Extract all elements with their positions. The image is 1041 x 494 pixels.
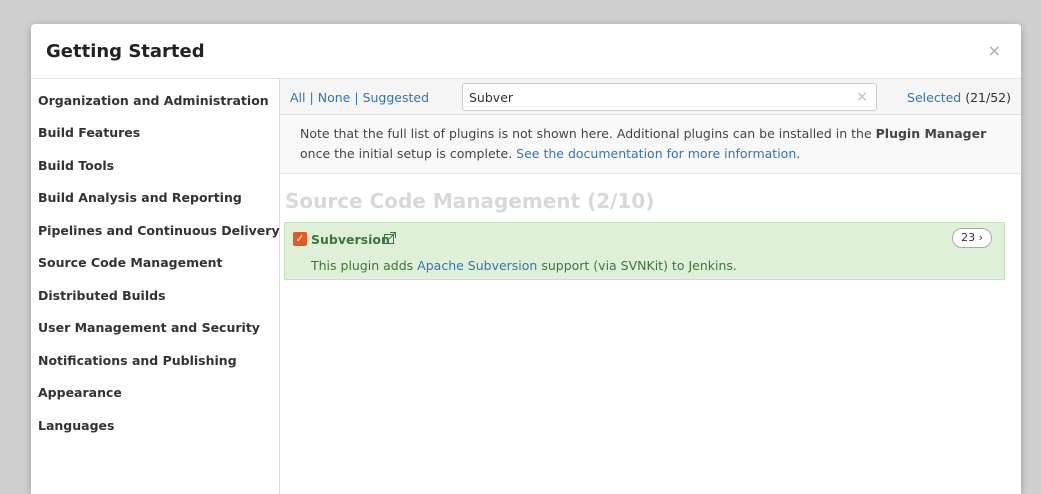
clear-search-icon[interactable]: × <box>856 89 868 105</box>
getting-started-dialog: Getting Started × Organization and Admin… <box>31 24 1021 494</box>
dependency-count-badge[interactable]: 23 › <box>952 228 992 248</box>
selected-count-value: (21/52) <box>965 90 1011 105</box>
close-icon[interactable]: × <box>988 43 1001 59</box>
sidebar-item-build-tools[interactable]: Build Tools <box>38 158 114 173</box>
plugin-toolbar: All|None|Suggested × Selected (21/52) <box>280 79 1021 115</box>
plugin-description: This plugin adds Apache Subversion suppo… <box>311 258 737 273</box>
plugin-manager-label: Plugin Manager <box>875 126 987 141</box>
selected-link[interactable]: Selected <box>907 90 961 105</box>
sidebar-item-distributed-builds[interactable]: Distributed Builds <box>38 288 166 303</box>
dialog-header: Getting Started × <box>31 24 1021 79</box>
plugin-list-panel: All|None|Suggested × Selected (21/52) No… <box>280 79 1021 494</box>
plugin-checkbox[interactable]: ✓ <box>293 232 307 246</box>
section-title: Source Code Management (2/10) <box>285 189 655 213</box>
note-text: Note that the full list of plugins is no… <box>300 124 1000 164</box>
filter-none-link[interactable]: None <box>318 90 351 105</box>
apache-subversion-link[interactable]: Apache Subversion <box>417 258 537 273</box>
dialog-title: Getting Started <box>46 41 205 62</box>
filter-all-link[interactable]: All <box>290 90 306 105</box>
sidebar-item-appearance[interactable]: Appearance <box>38 385 122 400</box>
plugin-desc-part2: support (via SVNKit) to Jenkins. <box>537 258 737 273</box>
sidebar-item-source-code-management[interactable]: Source Code Management <box>38 255 222 270</box>
plugin-desc-part1: This plugin adds <box>311 258 418 273</box>
filter-separator: | <box>354 90 359 105</box>
plugin-search-input[interactable] <box>467 87 851 107</box>
sidebar-item-build-analysis-and-reporting[interactable]: Build Analysis and Reporting <box>38 190 242 205</box>
documentation-link[interactable]: See the documentation for more informati… <box>516 146 796 161</box>
note-text-part2: once the initial setup is complete. <box>300 146 517 161</box>
sidebar-item-organization-and-administration[interactable]: Organization and Administration <box>38 93 269 108</box>
sidebar-item-languages[interactable]: Languages <box>38 418 114 433</box>
category-sidebar: Organization and Administration Build Fe… <box>31 79 280 494</box>
note-text-part1: Note that the full list of plugins is no… <box>300 126 876 141</box>
sidebar-item-user-management-and-security[interactable]: User Management and Security <box>38 320 260 335</box>
plugin-name[interactable]: Subversion <box>311 232 390 247</box>
info-note: Note that the full list of plugins is no… <box>280 115 1021 174</box>
plugin-search-box: × <box>462 83 877 111</box>
note-text-end: . <box>796 146 801 161</box>
sidebar-item-build-features[interactable]: Build Features <box>38 125 140 140</box>
filter-separator: | <box>309 90 314 105</box>
plugin-card-subversion[interactable]: ✓ Subversion This plugin adds Apache Sub… <box>284 222 1005 280</box>
sidebar-item-pipelines-and-continuous-delivery[interactable]: Pipelines and Continuous Delivery <box>38 223 280 238</box>
filter-suggested-link[interactable]: Suggested <box>363 90 429 105</box>
selected-count: Selected (21/52) <box>907 90 1011 105</box>
external-link-icon[interactable] <box>383 231 397 245</box>
filter-links: All | None | Suggested <box>290 90 429 105</box>
sidebar-item-notifications-and-publishing[interactable]: Notifications and Publishing <box>38 353 237 368</box>
